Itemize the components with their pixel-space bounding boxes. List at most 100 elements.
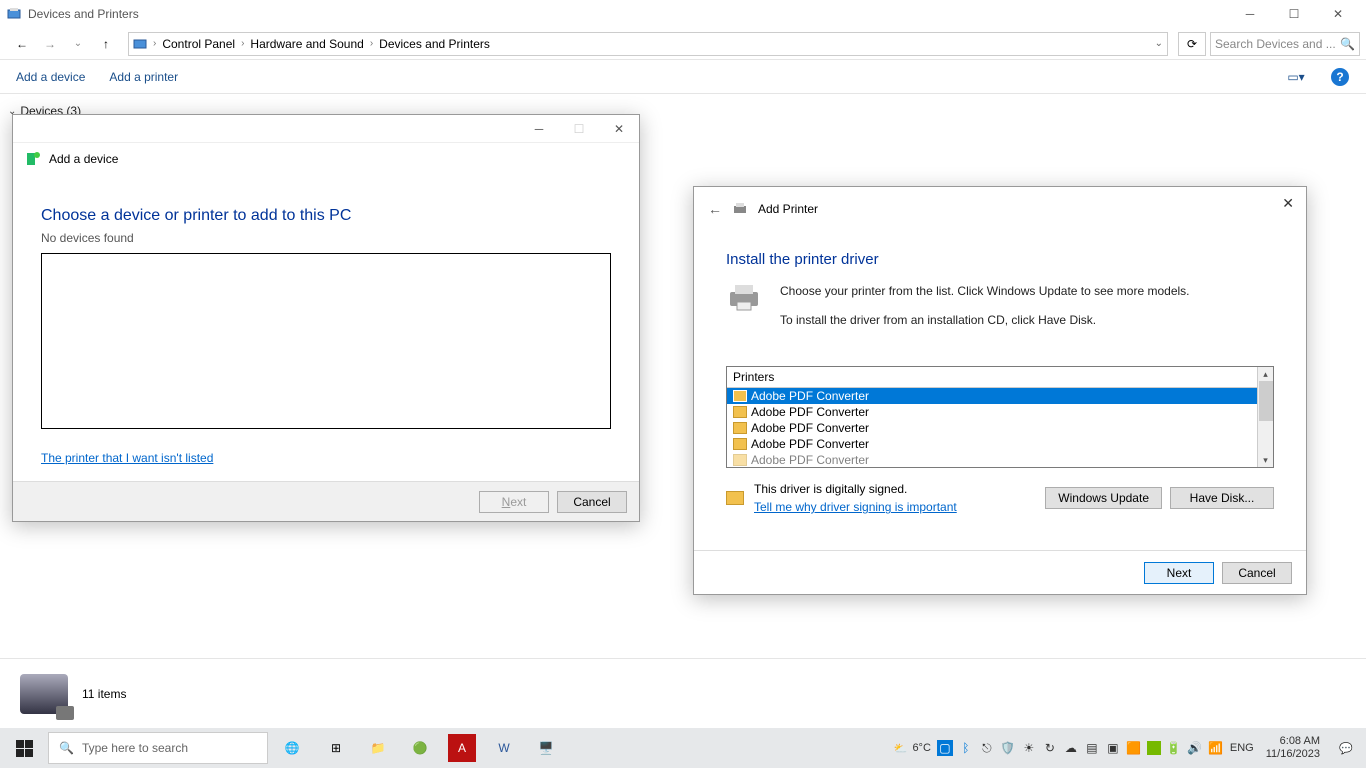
add-printer-link[interactable]: Add a printer [109, 70, 178, 84]
refresh-button[interactable]: ⟳ [1178, 32, 1206, 56]
tray-icon[interactable]: ▣ [1105, 740, 1121, 756]
news-widget-icon[interactable]: 🌐 [272, 728, 312, 768]
printer-item[interactable]: Adobe PDF Converter [727, 404, 1257, 420]
tray-icon[interactable]: 🟧 [1126, 740, 1142, 756]
command-toolbar: Add a device Add a printer ▭▾ ? [0, 60, 1366, 94]
breadcrumb-item[interactable]: Control Panel [162, 37, 235, 51]
printer-large-icon [726, 282, 762, 312]
weather-widget[interactable]: ⛅ 6°C [894, 742, 931, 755]
instruction-line-1: Choose your printer from the list. Click… [780, 282, 1190, 301]
cancel-button[interactable]: Cancel [1222, 562, 1292, 584]
language-indicator[interactable]: ENG [1230, 742, 1254, 754]
certificate-icon [726, 491, 744, 505]
onedrive-icon[interactable]: ☁ [1063, 740, 1079, 756]
dialog-heading: Install the printer driver [726, 251, 1274, 268]
address-dropdown-button[interactable]: ⌄ [1155, 38, 1163, 49]
control-panel-icon[interactable]: 🖥️ [526, 728, 566, 768]
dialog-titlebar: ─ ☐ ✕ [13, 115, 639, 143]
clock-date: 11/16/2023 [1266, 748, 1320, 761]
address-bar-row: ← → ⌄ ↑ › Control Panel › Hardware and S… [0, 28, 1366, 60]
taskbar-search[interactable]: 🔍 Type here to search [48, 732, 268, 764]
minimize-button[interactable]: ─ [1228, 0, 1272, 28]
view-options-button[interactable]: ▭▾ [1286, 67, 1306, 87]
driver-icon [733, 406, 747, 418]
wifi-icon[interactable]: 📶 [1208, 740, 1224, 756]
dialog-close-button[interactable]: ✕ [599, 115, 639, 143]
breadcrumb-item[interactable]: Hardware and Sound [250, 37, 363, 51]
back-button[interactable]: ← [10, 32, 34, 56]
printers-list: Printers Adobe PDF Converter Adobe PDF C… [727, 367, 1257, 467]
volume-icon[interactable]: 🔊 [1187, 740, 1203, 756]
devices-printers-icon [133, 37, 147, 51]
dialog-minimize-button[interactable]: ─ [519, 115, 559, 143]
close-button[interactable]: ✕ [1316, 0, 1360, 28]
scrollbar[interactable]: ▴ ▾ [1257, 367, 1273, 467]
search-input[interactable]: Search Devices and ... 🔍 [1210, 32, 1360, 56]
tray-icon[interactable]: ☀ [1021, 740, 1037, 756]
scroll-up-button[interactable]: ▴ [1258, 367, 1273, 381]
weather-icon: ⛅ [894, 742, 908, 755]
file-explorer-icon[interactable]: 📁 [358, 728, 398, 768]
have-disk-button[interactable]: Have Disk... [1170, 487, 1274, 509]
tray-icon[interactable]: ▢ [937, 740, 953, 756]
add-device-link[interactable]: Add a device [16, 70, 85, 84]
driver-signing-link[interactable]: Tell me why driver signing is important [754, 500, 957, 514]
back-button[interactable]: ← [708, 201, 722, 217]
device-large-icon [20, 674, 68, 714]
dialog-close-button[interactable]: ✕ [1282, 195, 1294, 212]
sync-icon[interactable]: ↻ [1042, 740, 1058, 756]
search-icon: 🔍 [59, 741, 74, 755]
content-area: ⌄ Devices (3) ─ ☐ ✕ Add a device Choose … [0, 94, 1366, 654]
bluetooth-icon[interactable]: ᛒ [958, 740, 974, 756]
breadcrumb-bar[interactable]: › Control Panel › Hardware and Sound › D… [128, 32, 1168, 56]
cancel-button[interactable]: Cancel [557, 491, 627, 513]
printers-listbox[interactable]: Printers Adobe PDF Converter Adobe PDF C… [726, 366, 1274, 468]
printer-item[interactable]: Adobe PDF Converter [727, 388, 1257, 404]
window-titlebar: Devices and Printers ─ ☐ ✕ [0, 0, 1366, 28]
printer-item[interactable]: Adobe PDF Converter [727, 452, 1257, 467]
printer-not-listed-link[interactable]: The printer that I want isn't listed [41, 451, 213, 465]
taskbar-apps: ⊞ 📁 🟢 A W 🖥️ [312, 728, 570, 768]
dialog-body: Install the printer driver Choose your p… [694, 217, 1306, 520]
dialog-footer: Next Cancel [13, 481, 639, 521]
window-title: Devices and Printers [28, 7, 1228, 21]
word-icon[interactable]: W [484, 728, 524, 768]
clock[interactable]: 6:08 AM 11/16/2023 [1260, 735, 1326, 761]
help-button[interactable]: ? [1330, 67, 1350, 87]
task-view-button[interactable]: ⊞ [316, 728, 356, 768]
printer-item[interactable]: Adobe PDF Converter [727, 420, 1257, 436]
next-button: Next [479, 491, 549, 513]
chevron-right-icon: › [241, 38, 244, 49]
search-placeholder: Search Devices and ... [1215, 37, 1336, 51]
security-icon[interactable]: 🛡️ [1000, 740, 1016, 756]
device-list[interactable] [41, 253, 611, 429]
tray-icon[interactable]: ▤ [1084, 740, 1100, 756]
dialog-label: Add Printer [758, 202, 818, 216]
column-header-printers[interactable]: Printers [727, 367, 1257, 388]
adobe-reader-icon[interactable]: A [448, 734, 476, 762]
start-button[interactable] [0, 728, 48, 768]
add-device-dialog: ─ ☐ ✕ Add a device Choose a device or pr… [12, 114, 640, 522]
scroll-thumb[interactable] [1259, 381, 1273, 421]
windows-update-button[interactable]: Windows Update [1045, 487, 1162, 509]
dialog-heading: Choose a device or printer to add to thi… [41, 207, 611, 225]
weather-temp: 6°C [912, 742, 930, 754]
instruction-line-2: To install the driver from an installati… [780, 311, 1190, 330]
tray-icon[interactable]: ⎋ [979, 740, 995, 756]
chrome-icon[interactable]: 🟢 [400, 728, 440, 768]
forward-button[interactable]: → [38, 32, 62, 56]
up-button[interactable]: ↑ [94, 32, 118, 56]
notifications-button[interactable]: 💬 [1332, 728, 1360, 768]
dialog-label: Add a device [49, 152, 118, 166]
chevron-right-icon: › [153, 38, 156, 49]
battery-icon[interactable]: 🔋 [1166, 740, 1182, 756]
scroll-down-button[interactable]: ▾ [1258, 453, 1273, 467]
dialog-footer: Next Cancel [694, 550, 1306, 594]
next-button[interactable]: Next [1144, 562, 1214, 584]
maximize-button[interactable]: ☐ [1272, 0, 1316, 28]
printer-item[interactable]: Adobe PDF Converter [727, 436, 1257, 452]
breadcrumb-item[interactable]: Devices and Printers [379, 37, 490, 51]
add-device-icon [25, 151, 41, 167]
nvidia-icon[interactable] [1147, 741, 1161, 755]
recent-locations-button[interactable]: ⌄ [66, 32, 90, 56]
